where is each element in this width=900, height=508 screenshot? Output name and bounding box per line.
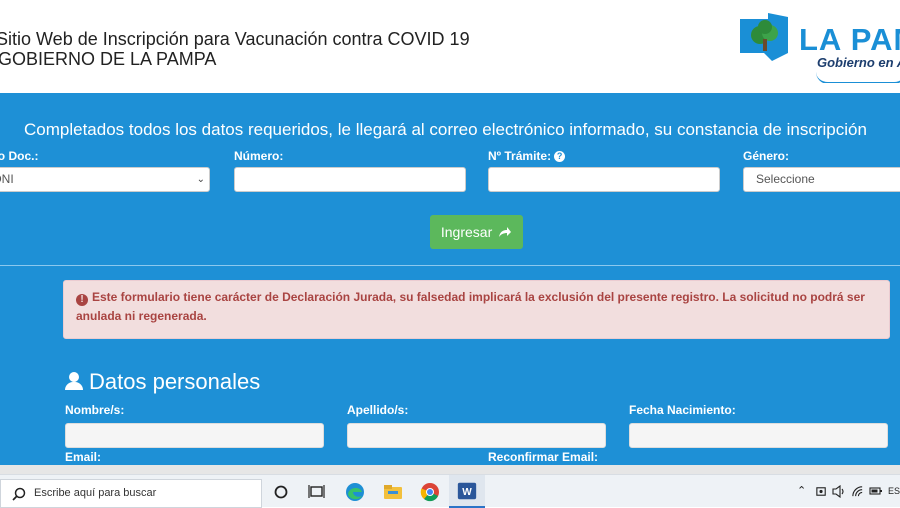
nombre-label: Nombre/s: (65, 403, 125, 417)
ingresar-label: Ingresar (440, 224, 493, 240)
declaration-alert: ! Este formulario tiene carácter de Decla… (63, 280, 890, 339)
meet-now-icon[interactable] (815, 485, 828, 498)
map-tree-icon (740, 13, 788, 61)
email-label: Email: (65, 450, 102, 464)
edge-icon[interactable] (343, 480, 367, 504)
genero-value: Seleccione (756, 172, 815, 186)
personal-data-heading: Datos personales (65, 369, 260, 395)
svg-text:W: W (462, 487, 472, 498)
taskbar-search-placeholder: Escribe aquí para buscar (34, 487, 157, 499)
cortana-icon[interactable] (269, 480, 293, 504)
logo-swoosh (816, 72, 900, 83)
personal-data-title: Datos personales (89, 369, 261, 394)
fecha-nacimiento-input[interactable] (629, 423, 888, 448)
word-taskbar-active[interactable]: W (449, 475, 485, 508)
nombre-input[interactable] (65, 423, 324, 448)
taskbar-search-box[interactable]: Escribe aquí para buscar (0, 479, 262, 508)
la-pampa-logo: LA PAMPA Gobierno en Acción (736, 13, 900, 83)
chrome-icon[interactable] (418, 480, 442, 504)
genero-select[interactable]: Seleccione (743, 167, 900, 192)
reconfirmar-email-label: Reconfirmar Email: (488, 450, 599, 464)
wifi-icon[interactable] (851, 485, 864, 498)
horizontal-scrollbar[interactable] (0, 465, 900, 474)
page-title: Sitio Web de Inscripción para Vacunación… (0, 29, 470, 49)
genero-label: Género: (743, 149, 790, 163)
site-header: Sitio Web de Inscripción para Vacunación… (0, 0, 900, 93)
logo-subtext: Gobierno en Acción (817, 55, 900, 70)
share-arrow-icon (499, 227, 512, 237)
search-icon (12, 487, 26, 501)
tray-chevron-up-icon[interactable]: ⌃ (797, 484, 806, 497)
form-notice: Completados todos los datos requeridos, … (24, 120, 867, 139)
tipo-doc-select[interactable]: DNI ⌄ (0, 167, 210, 192)
ingresar-button[interactable]: Ingresar (430, 215, 523, 249)
word-icon: W (457, 482, 477, 500)
apellido-input[interactable] (347, 423, 606, 448)
form-area: Completados todos los datos requeridos, … (0, 93, 900, 465)
page-subtitle: GOBIERNO DE LA PAMPA (0, 49, 217, 69)
fecha-nacimiento-label: Fecha Nacimiento: (629, 403, 736, 417)
language-indicator[interactable]: ESP (888, 486, 900, 496)
user-icon (65, 372, 83, 390)
tipo-doc-label: Tipo Doc.: (0, 149, 39, 163)
exclamation-circle-icon: ! (76, 294, 88, 306)
task-view-icon[interactable] (305, 480, 329, 504)
numero-label: Número: (234, 149, 284, 163)
apellido-label: Apellido/s: (347, 403, 409, 417)
chevron-down-icon: ⌄ (196, 174, 205, 185)
tramite-label-text: Nº Trámite: (488, 149, 552, 163)
alert-text: Este formulario tiene carácter de Declar… (76, 290, 865, 323)
tramite-input[interactable] (488, 167, 720, 192)
logo-text: LA PAMPA (799, 22, 900, 57)
help-icon[interactable]: ? (554, 151, 566, 163)
battery-icon[interactable] (869, 486, 883, 496)
tipo-doc-value: DNI (0, 172, 14, 186)
tramite-label: Nº Trámite:? (488, 149, 566, 163)
section-divider (0, 265, 900, 266)
numero-input[interactable] (234, 167, 466, 192)
file-explorer-icon[interactable] (381, 480, 405, 504)
speaker-icon[interactable] (832, 485, 846, 498)
windows-taskbar: Escribe aquí para buscar W ⌃ ES (0, 474, 900, 508)
